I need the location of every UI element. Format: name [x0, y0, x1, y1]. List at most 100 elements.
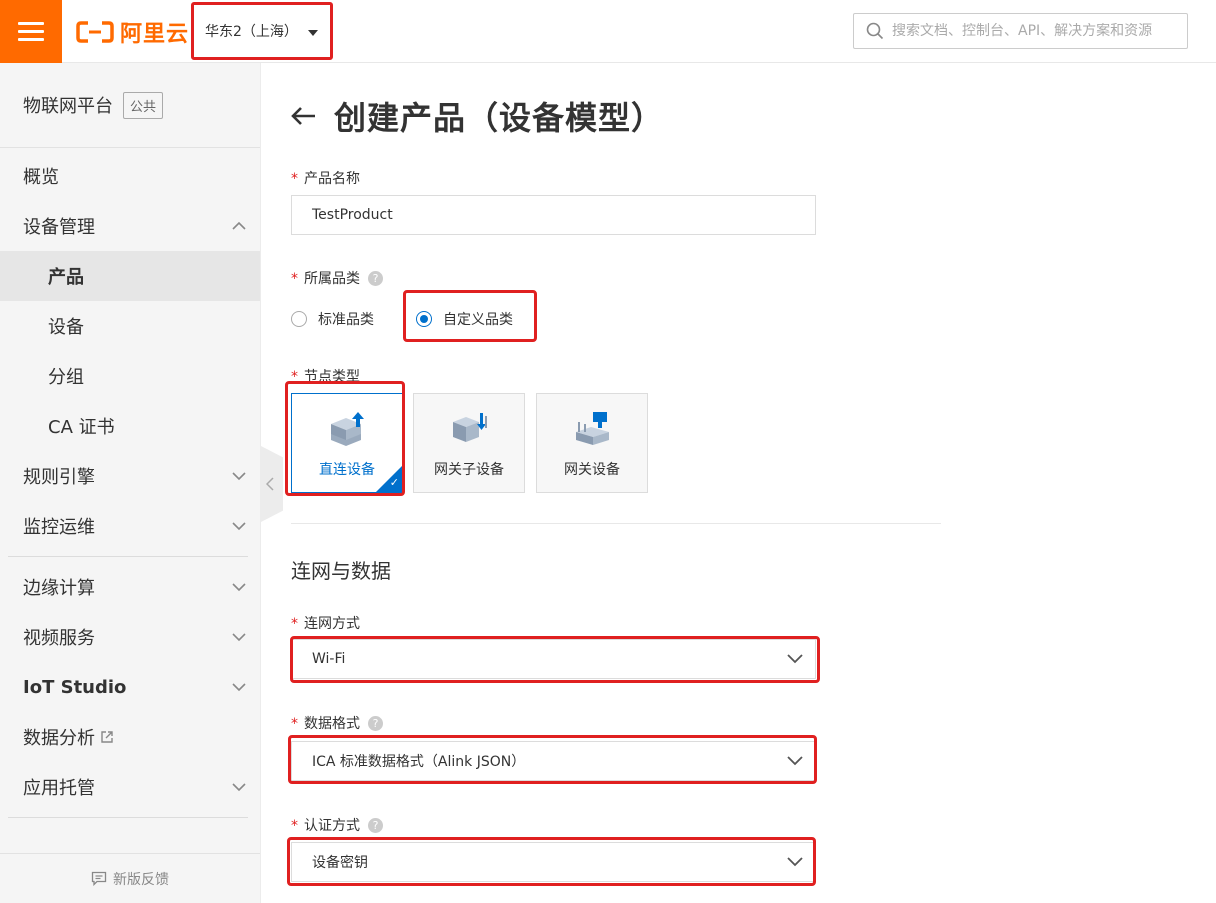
sidebar-item-label: 视频服务: [23, 628, 95, 649]
direct-device-icon: [331, 412, 364, 446]
sidebar-item-label: 设备: [48, 317, 84, 338]
feedback-label: 新版反馈: [113, 871, 169, 888]
sidebar-item-label: 设备管理: [23, 217, 95, 238]
sidebar-item-overview[interactable]: 概览: [0, 151, 260, 201]
logo-text: 阿里云: [120, 22, 190, 47]
aliyun-logo-icon: [76, 21, 114, 43]
category-radio-standard[interactable]: 标准品类: [291, 309, 374, 329]
sidebar-item-label: 概览: [23, 167, 59, 188]
sidebar-item-label: 数据分析: [23, 728, 95, 749]
feedback-icon: [91, 871, 107, 886]
sidebar-item-label: 监控运维: [23, 517, 95, 538]
auth-select[interactable]: 设备密钥: [291, 842, 816, 882]
region-selector[interactable]: 华东2（上海）: [191, 2, 333, 60]
category-label-text: 所属品类: [304, 271, 360, 287]
data-format-value: ICA 标准数据格式（Alink JSON）: [312, 754, 526, 770]
auth-label: * 认证方式?: [291, 815, 383, 835]
product-name-label: * 产品名称: [291, 168, 360, 188]
product-name-label-text: 产品名称: [304, 171, 360, 187]
page-header: 创建产品（设备模型）: [290, 93, 664, 139]
sidebar-item-edge-computing[interactable]: 边缘计算: [0, 562, 260, 612]
node-type-direct-device[interactable]: 直连设备 ✓: [291, 393, 403, 493]
sidebar-item-label: 分组: [48, 367, 84, 388]
product-name-input[interactable]: TestProduct: [291, 195, 816, 235]
gateway-device-icon: [576, 412, 609, 445]
node-type-gateway-subdevice[interactable]: 网关子设备: [413, 393, 525, 493]
auth-value: 设备密钥: [312, 855, 368, 871]
required-mark: *: [291, 818, 298, 834]
required-mark: *: [291, 616, 298, 632]
network-label: * 连网方式: [291, 613, 360, 633]
main-content: 创建产品（设备模型） * 产品名称 TestProduct * 所属品类? 标准品类…: [262, 63, 1216, 903]
sidebar-tag: 公共: [123, 91, 164, 119]
back-arrow-icon[interactable]: [290, 105, 316, 127]
sidebar-item-label: 应用托管: [23, 778, 95, 799]
region-label: 华东2（上海）: [205, 24, 298, 40]
chevron-down-icon: [787, 654, 803, 664]
chevron-down-icon: [787, 857, 803, 867]
page-title: 创建产品（设备模型）: [334, 99, 665, 137]
help-icon[interactable]: ?: [368, 271, 383, 286]
node-type-label: 网关设备: [564, 462, 620, 478]
sidebar-item-device-management[interactable]: 设备管理: [0, 201, 260, 251]
category-radio-custom[interactable]: 自定义品类: [416, 309, 513, 329]
sidebar-item-video-service[interactable]: 视频服务: [0, 612, 260, 662]
sidebar-title: 物联网平台: [23, 96, 113, 117]
node-type-label: * 节点类型: [291, 366, 360, 386]
feedback-button[interactable]: 新版反馈: [0, 853, 260, 903]
chevron-down-icon: [232, 522, 246, 531]
sidebar-header: 物联网平台 公共: [0, 63, 260, 148]
network-value: Wi-Fi: [312, 651, 346, 667]
chevron-up-icon: [232, 221, 246, 230]
chevron-down-icon: [787, 756, 803, 766]
required-mark: *: [291, 271, 298, 287]
menu-icon[interactable]: [0, 0, 62, 63]
node-type-label: 网关子设备: [434, 462, 504, 478]
aliyun-logo[interactable]: 阿里云: [76, 18, 190, 47]
search-input[interactable]: [892, 23, 1182, 39]
network-select[interactable]: Wi-Fi: [291, 639, 816, 679]
required-mark: *: [291, 171, 298, 187]
sidebar-item-data-analysis[interactable]: 数据分析: [0, 712, 260, 762]
sidebar-item-monitoring[interactable]: 监控运维: [0, 501, 260, 551]
caret-down-icon: [308, 30, 318, 36]
sidebar-divider: [8, 817, 248, 818]
required-mark: *: [291, 369, 298, 385]
sidebar-item-app-hosting[interactable]: 应用托管: [0, 762, 260, 812]
section-divider: [291, 523, 941, 524]
data-format-label-text: 数据格式: [304, 716, 360, 732]
sidebar-divider: [8, 556, 248, 557]
sidebar: 物联网平台 公共 概览 设备管理 产品 设备 分组 CA 证书 规则引擎 监控运…: [0, 63, 261, 903]
node-type-label-text: 节点类型: [304, 369, 360, 385]
radio-circle-checked: [416, 311, 432, 327]
sidebar-item-ca-cert[interactable]: CA 证书: [0, 401, 260, 451]
radio-label: 自定义品类: [443, 312, 513, 328]
data-format-label: * 数据格式?: [291, 713, 383, 733]
search-box[interactable]: [853, 13, 1188, 49]
radio-circle: [291, 311, 307, 327]
chevron-down-icon: [232, 633, 246, 642]
top-bar: 阿里云 华东2（上海）: [0, 0, 1216, 63]
sidebar-item-label: CA 证书: [48, 417, 115, 438]
sidebar-item-rule-engine[interactable]: 规则引擎: [0, 451, 260, 501]
radio-label: 标准品类: [318, 312, 374, 328]
sidebar-item-group[interactable]: 分组: [0, 351, 260, 401]
chevron-down-icon: [232, 683, 246, 692]
sidebar-item-product[interactable]: 产品: [0, 251, 260, 301]
sidebar-item-iot-studio[interactable]: IoT Studio: [0, 662, 260, 712]
sidebar-item-label: 产品: [48, 267, 84, 288]
check-icon: ✓: [389, 476, 399, 489]
node-type-gateway-device[interactable]: 网关设备: [536, 393, 648, 493]
sidebar-item-label: IoT Studio: [23, 676, 127, 698]
chevron-down-icon: [232, 583, 246, 592]
external-link-icon: [101, 731, 113, 743]
auth-label-text: 认证方式: [304, 818, 360, 834]
sidebar-item-device[interactable]: 设备: [0, 301, 260, 351]
data-format-select[interactable]: ICA 标准数据格式（Alink JSON）: [291, 741, 816, 781]
help-icon[interactable]: ?: [368, 818, 383, 833]
help-icon[interactable]: ?: [368, 716, 383, 731]
sidebar-item-label: 边缘计算: [23, 578, 95, 599]
chevron-down-icon: [232, 783, 246, 792]
required-mark: *: [291, 716, 298, 732]
sidebar-item-label: 规则引擎: [23, 467, 95, 488]
